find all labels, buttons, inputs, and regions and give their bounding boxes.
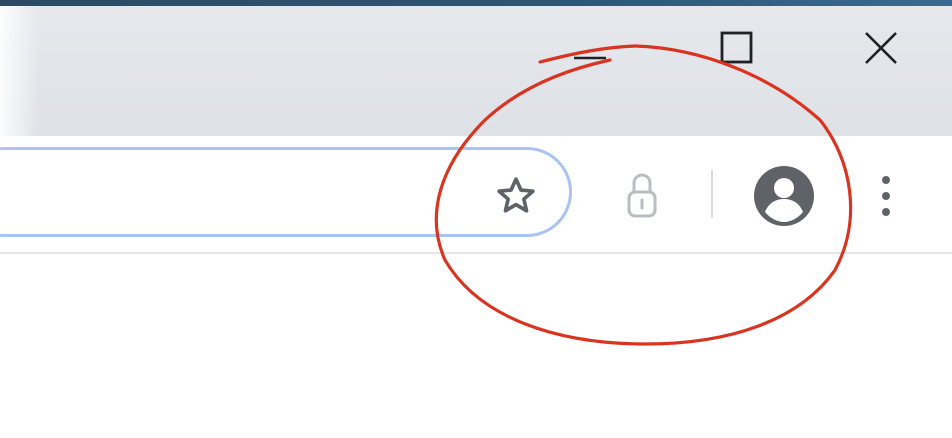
minimize-icon (574, 56, 606, 60)
title-bar (0, 6, 952, 136)
lock-button[interactable] (616, 164, 668, 226)
menu-button[interactable] (864, 166, 908, 226)
account-circle-icon (754, 166, 814, 226)
padlock-icon (627, 173, 657, 218)
toolbar-divider (711, 170, 713, 218)
bookmark-button[interactable] (488, 168, 544, 224)
maximize-button[interactable] (702, 18, 772, 78)
page-content (0, 254, 952, 438)
address-input[interactable] (23, 168, 427, 220)
maximize-icon (720, 31, 753, 64)
title-bar-fade (0, 6, 40, 136)
address-bar[interactable] (0, 147, 572, 237)
profile-button[interactable] (748, 160, 820, 232)
browser-window (0, 0, 952, 438)
close-icon (865, 32, 897, 64)
minimize-button[interactable] (555, 18, 625, 78)
star-outline-icon (497, 177, 535, 213)
vertical-ellipsis-icon (882, 176, 890, 216)
close-button[interactable] (846, 18, 916, 78)
